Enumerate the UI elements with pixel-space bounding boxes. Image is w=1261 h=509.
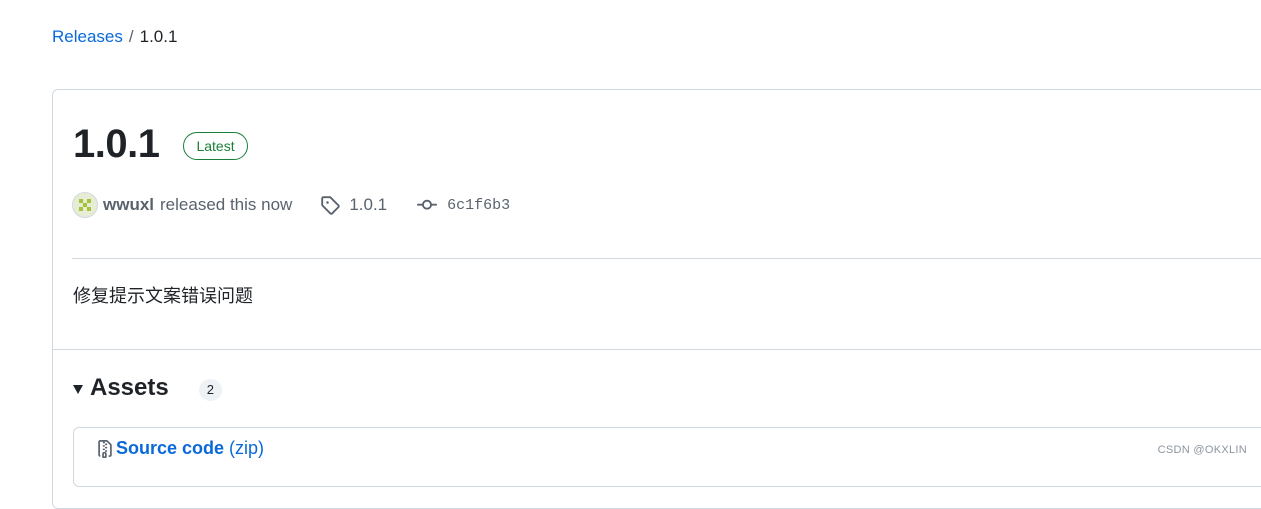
assets-toggle[interactable]: Assets 2 [73,374,222,402]
meta-divider [72,258,1261,259]
commit-link[interactable]: 6c1f6b3 [417,195,510,215]
git-commit-icon [417,195,437,215]
breadcrumb-current: 1.0.1 [140,27,178,46]
file-zip-icon [96,439,114,459]
identicon-icon [76,196,94,214]
released-time: released this now [160,195,292,215]
breadcrumb-separator: / [129,27,134,46]
release-notes: 修复提示文案错误问题 [73,283,253,309]
release-card: 1.0.1 Latest wwuxl released this now 1.0… [52,89,1261,509]
release-meta: wwuxl released this now 1.0.1 6c1f6b3 [72,192,510,218]
breadcrumb-releases-link[interactable]: Releases [52,27,123,46]
tag-link[interactable]: 1.0.1 [320,195,387,215]
tag-label: 1.0.1 [349,195,387,215]
asset-name: Source code [116,438,224,459]
tag-icon [320,195,340,215]
release-title[interactable]: 1.0.1 [73,120,159,168]
breadcrumb: Releases / 1.0.1 [52,26,177,48]
release-header: 1.0.1 Latest [73,120,248,168]
asset-item-source-zip[interactable]: Source code (zip) [96,438,264,459]
watermark: CSDN @OKXLIN [1158,444,1247,456]
asset-list: Source code (zip) [73,427,1261,487]
assets-count-badge: 2 [199,379,222,401]
author-link[interactable]: wwuxl [103,195,154,215]
commit-sha: 6c1f6b3 [447,197,510,214]
asset-ext: (zip) [229,438,264,459]
latest-badge: Latest [183,132,247,160]
caret-down-icon [73,385,83,394]
assets-divider [53,349,1261,350]
assets-title: Assets [90,374,169,402]
avatar[interactable] [72,192,98,218]
